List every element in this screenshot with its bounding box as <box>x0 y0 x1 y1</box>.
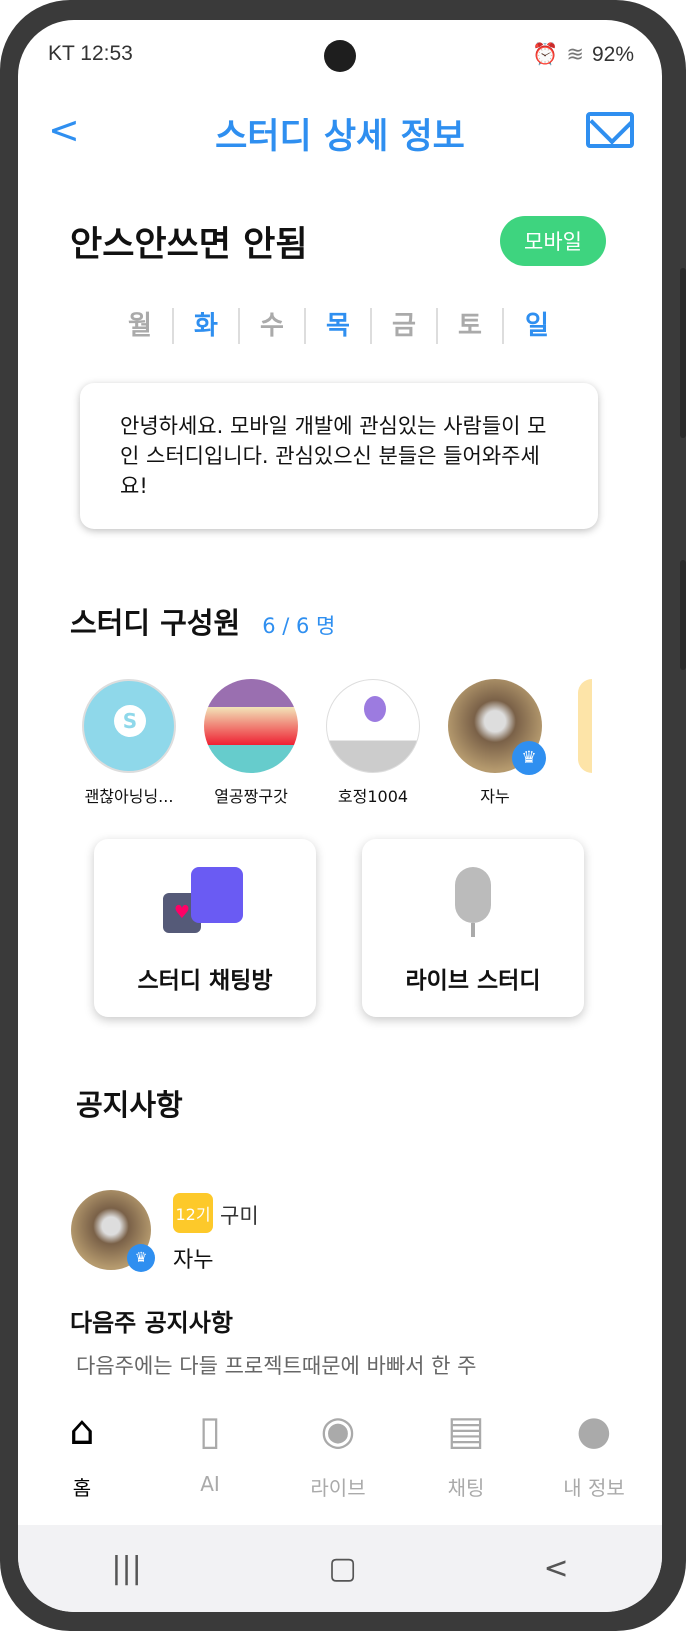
notice-post-title[interactable]: 다음주 공지사항 <box>70 1303 233 1338</box>
notice-author-avatar: ♛ <box>71 1190 155 1272</box>
tab-label: 내 정보 <box>563 1476 625 1500</box>
day-wed: 수 <box>240 308 306 344</box>
day-mon: 월 <box>108 308 174 344</box>
status-time: KT 12:53 <box>48 42 133 65</box>
study-days: 월 화 수 목 금 토 일 <box>108 308 570 344</box>
status-icons: ⏰ ≋ 92% <box>532 42 634 67</box>
member-name: 열공짱구갓 <box>214 787 288 806</box>
avatar-partial <box>578 679 592 773</box>
tab-label: 라이브 <box>310 1476 366 1500</box>
day-sat: 토 <box>438 308 504 344</box>
chat-bubbles-icon: ♥ <box>163 867 247 941</box>
tab-home[interactable]: ⌂ 홈 <box>18 1408 146 1501</box>
volume-button <box>680 268 686 438</box>
broadcast-icon: ◉ <box>320 1408 356 1454</box>
camera-cutout <box>324 40 356 72</box>
tab-my-info[interactable]: ● 내 정보 <box>530 1408 658 1501</box>
home-button[interactable]: ▢ <box>328 1551 356 1586</box>
generation-badge: 12기 <box>173 1193 213 1233</box>
day-tue: 화 <box>174 308 240 344</box>
tab-live[interactable]: ◉ 라이브 <box>274 1408 402 1501</box>
study-description: 안녕하세요. 모바일 개발에 관심있는 사람들이 모인 스터디입니다. 관심있으… <box>80 383 598 529</box>
members-header: 스터디 구성원 6 / 6 명 <box>70 600 335 642</box>
live-study-label: 라이브 스터디 <box>405 968 541 994</box>
clip-file-icon: ▯ <box>198 1408 221 1454</box>
chat-room-card[interactable]: ♥ 스터디 채팅방 <box>94 839 316 1017</box>
member-item[interactable]: ♛ 자누 <box>440 679 550 807</box>
system-back-button[interactable]: < <box>543 1551 568 1586</box>
power-button <box>680 560 686 670</box>
notice-post-preview: 다음주에는 다들 프로젝트때문에 바빠서 한 주 <box>76 1354 477 1378</box>
members-title: 스터디 구성원 <box>70 606 241 640</box>
home-icon: ⌂ <box>69 1408 95 1454</box>
microphone-icon <box>443 867 503 941</box>
notice-region: 구미 <box>220 1204 259 1228</box>
wifi-icon: ≋ <box>566 43 584 66</box>
crown-icon: ♛ <box>127 1244 155 1272</box>
mail-icon[interactable] <box>586 112 634 148</box>
member-name: 호정1004 <box>337 787 409 806</box>
tab-label: 홈 <box>72 1476 92 1500</box>
member-item[interactable]: 열공짱구갓 <box>196 679 306 807</box>
day-sun: 일 <box>525 311 549 341</box>
study-name: 안스안쓰면 안됨 <box>70 225 308 265</box>
day-thu: 목 <box>306 308 372 344</box>
category-badge: 모바일 <box>500 216 606 266</box>
chat-icon: ▤ <box>447 1408 485 1454</box>
member-name: 괜찮아닝닝... <box>84 787 174 806</box>
alarm-icon: ⏰ <box>532 42 559 66</box>
member-item[interactable]: 호정1004 <box>318 679 428 807</box>
chat-room-label: 스터디 채팅방 <box>137 968 273 994</box>
tab-ai[interactable]: ▯ AI <box>146 1408 274 1496</box>
person-icon: ● <box>576 1408 612 1454</box>
avatar: S <box>82 679 176 773</box>
avatar <box>204 679 298 773</box>
day-fri: 금 <box>372 308 438 344</box>
notice-title: 공지사항 <box>76 1088 183 1122</box>
avatar <box>326 679 420 773</box>
crown-icon: ♛ <box>512 741 546 775</box>
battery-level: 92% <box>591 42 634 66</box>
member-item[interactable]: S 괜찮아닝닝... <box>74 679 184 807</box>
members-count: 6 / 6 명 <box>262 614 336 638</box>
screen: KT 12:53 ⏰ ≋ 92% < 스터디 상세 정보 안스안쓰면 안됨 모바… <box>18 20 662 1612</box>
tab-label: AI <box>200 1472 220 1496</box>
recent-apps-button[interactable]: ||| <box>111 1551 141 1586</box>
tab-chat[interactable]: ▤ 채팅 <box>402 1408 530 1501</box>
live-study-card[interactable]: 라이브 스터디 <box>362 839 584 1017</box>
tab-label: 채팅 <box>447 1476 485 1500</box>
system-nav-bar: ||| ▢ < <box>18 1525 662 1612</box>
member-name: 자누 <box>480 787 510 806</box>
page-title: 스터디 상세 정보 <box>215 117 465 157</box>
avatar: ♛ <box>448 679 546 775</box>
notice-author: 자누 <box>173 1248 214 1273</box>
